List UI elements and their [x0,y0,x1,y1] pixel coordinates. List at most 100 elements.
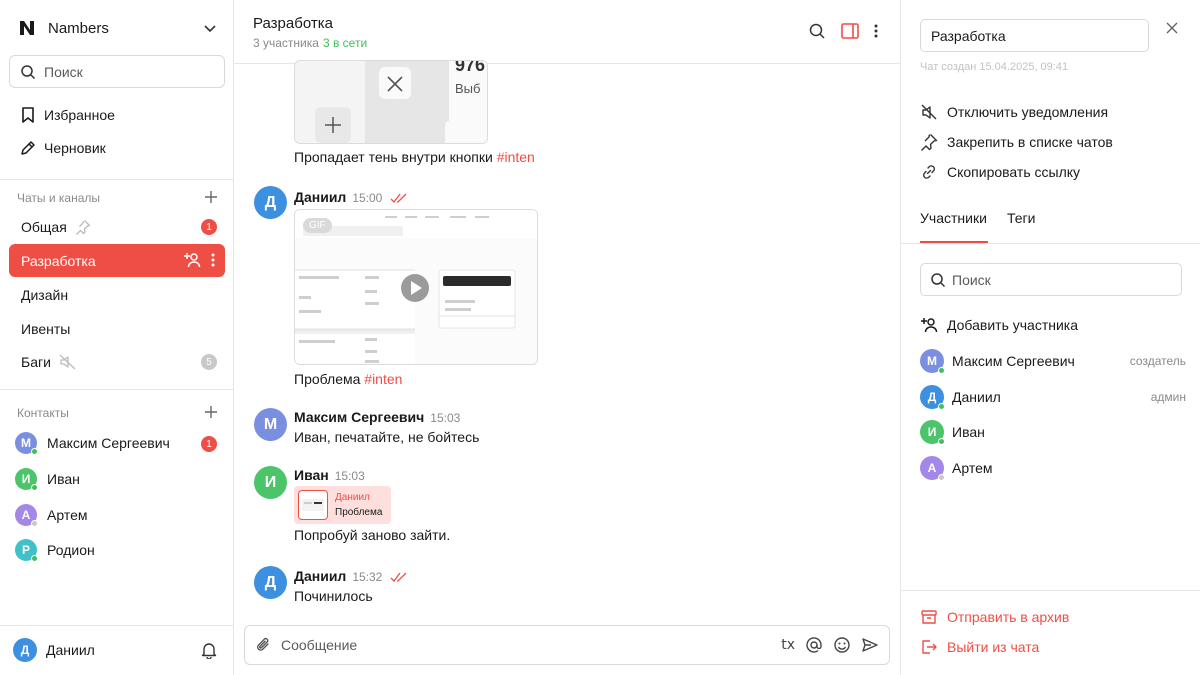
add-user-icon [920,317,938,333]
contact-item[interactable]: М Максим Сергеевич [15,432,170,455]
drafts-item[interactable]: Черновик [20,137,106,159]
pencil-icon [20,140,36,156]
gif-label: GIF [303,218,332,233]
workspace-switcher[interactable]: Nambers [18,16,222,40]
chat-item-design[interactable]: Дизайн [9,278,225,311]
member-role: создатель [1129,354,1186,368]
attachment-gif[interactable]: GIF [294,209,538,365]
member-name: Максим Сергеевич [952,353,1075,369]
member-item[interactable]: И Иван [920,420,1186,445]
copy-link-button[interactable]: Скопировать ссылку [920,162,1080,182]
member-name: Иван [952,424,985,440]
sidebar-search[interactable] [9,55,225,88]
favorites-item[interactable]: Избранное [20,104,115,126]
sidebar-divider [0,625,233,626]
contact-item[interactable]: И Иван [15,468,80,491]
avatar[interactable]: М [254,408,287,441]
contact-item[interactable]: А Артем [15,504,88,527]
current-user-name: Даниил [46,642,95,658]
message-text: Пропадает тень внутри кнопки #inten [294,149,535,165]
message-text: Починилось [294,588,373,604]
message-author: Максим Сергеевич 15:03 [294,409,461,425]
muted-icon [920,103,938,121]
chevron-down-icon[interactable] [202,20,218,36]
add-chat-icon[interactable] [204,190,218,204]
bell-icon[interactable] [201,641,217,659]
message-time: 15:03 [430,411,461,425]
unread-badge: 1 [201,436,217,452]
more-vertical-icon[interactable] [874,24,878,38]
chat-item-events[interactable]: Ивенты [9,312,225,345]
chat-name-input[interactable] [920,19,1149,52]
clear-format-button[interactable]: tx [781,637,795,653]
leave-chat-button[interactable]: Выйти из чата [920,637,1039,657]
avatar[interactable]: Д [254,566,287,599]
hashtag-link[interactable]: #inten [497,149,535,165]
message-author: Даниил 15:00 [294,189,408,205]
archive-chat-button[interactable]: Отправить в архив [920,607,1069,627]
avatar[interactable]: И [254,466,287,499]
mute-notifications-button[interactable]: Отключить уведомления [920,102,1108,122]
workspace-logo-icon [18,19,36,37]
hashtag-link[interactable]: #inten [364,371,402,387]
message-text: Проблема #inten [294,371,403,387]
member-item[interactable]: Д Даниил админ [920,385,1186,410]
contact-item[interactable]: Р Родион [15,539,95,562]
pin-icon [920,133,938,151]
emoji-icon[interactable] [833,636,851,654]
read-receipt-icon [390,571,408,583]
online-count: 3 в сети [322,36,368,50]
avatar: А [920,456,945,481]
add-member-button[interactable]: Добавить участника [920,315,1078,335]
sidebar-panel-icon[interactable] [840,22,860,40]
members-count: 3 участника [253,36,319,50]
add-user-icon[interactable] [183,252,201,268]
svg-text:976: 976 [455,61,485,75]
current-user[interactable]: Д Даниил [13,638,223,662]
chat-subtitle: 3 участника 3 в сети [253,36,367,50]
paperclip-icon[interactable] [255,636,273,654]
more-vertical-icon[interactable] [211,253,215,267]
bookmark-icon [20,106,36,124]
chat-item-label: Ивенты [21,320,71,337]
sidebar-divider [0,179,233,180]
chat-item-label: Разработка [21,252,96,269]
chat-header: Разработка 3 участника 3 в сети [234,0,900,64]
avatar[interactable]: Д [254,186,287,219]
avatar: И [920,420,945,445]
sidebar-search-input[interactable] [44,63,204,80]
chat-item-general[interactable]: Общая 1 [9,210,225,243]
search-icon [20,64,36,80]
chat-item-label: Общая [21,218,67,235]
mention-icon[interactable] [805,636,823,654]
chat-item-development[interactable]: Разработка [9,244,225,277]
chat-item-bugs[interactable]: Баги 5 [9,345,225,378]
member-search-input[interactable] [952,271,1152,288]
close-icon[interactable] [1165,21,1179,35]
tab-members[interactable]: Участники [920,210,987,226]
drafts-label: Черновик [44,140,106,156]
member-item[interactable]: М Максим Сергеевич создатель [920,349,1186,374]
search-icon[interactable] [808,22,826,40]
message-composer[interactable]: tx [244,625,890,665]
reply-quote[interactable]: Даниил Проблема [294,486,391,524]
sidebar-divider [0,389,233,390]
avatar: Д [13,638,37,662]
member-search[interactable] [920,263,1182,296]
chat-info-panel: Чат создан 15.04.2025, 09:41 Отключить у… [900,0,1200,675]
member-item[interactable]: А Артем [920,456,1186,481]
workspace-name: Nambers [48,19,109,37]
contact-name: Артем [47,507,88,523]
member-role: админ [1150,390,1186,404]
link-icon [920,163,938,181]
panel-tabs: Участники Теги [901,200,1200,244]
message-input[interactable] [281,637,761,653]
attachment-image[interactable]: 976 Выб [294,60,488,144]
read-receipt-icon [390,192,408,204]
tab-tags[interactable]: Теги [1007,210,1035,226]
favorites-label: Избранное [44,107,115,123]
add-contact-icon[interactable] [204,405,218,419]
send-icon[interactable] [861,636,879,654]
chat-item-label: Дизайн [21,286,69,303]
pin-chat-button[interactable]: Закрепить в списке чатов [920,132,1113,152]
